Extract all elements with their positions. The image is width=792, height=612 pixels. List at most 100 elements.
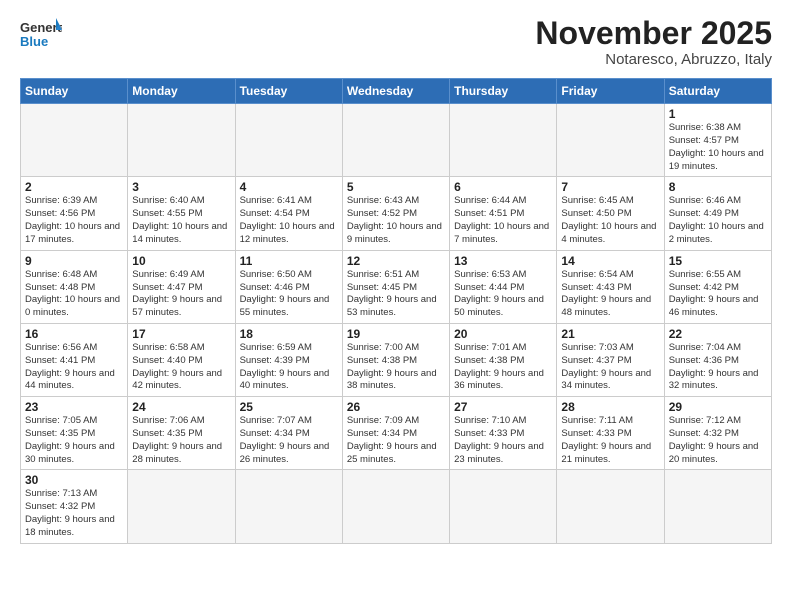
day-info: Sunrise: 7:09 AM Sunset: 4:34 PM Dayligh… [347,415,445,466]
calendar-cell [235,470,342,543]
calendar-cell: 13Sunrise: 6:53 AM Sunset: 4:44 PM Dayli… [450,250,557,323]
week-row-3: 9Sunrise: 6:48 AM Sunset: 4:48 PM Daylig… [21,250,772,323]
header: General Blue November 2025 Notaresco, Ab… [20,16,772,68]
calendar-cell: 28Sunrise: 7:11 AM Sunset: 4:33 PM Dayli… [557,397,664,470]
day-number: 20 [454,327,552,341]
day-number: 8 [669,180,767,194]
calendar-cell: 11Sunrise: 6:50 AM Sunset: 4:46 PM Dayli… [235,250,342,323]
weekday-header-tuesday: Tuesday [235,79,342,104]
day-info: Sunrise: 7:13 AM Sunset: 4:32 PM Dayligh… [25,488,123,539]
calendar-cell: 1Sunrise: 6:38 AM Sunset: 4:57 PM Daylig… [664,104,771,177]
logo-svg: General Blue [20,16,62,58]
day-info: Sunrise: 6:59 AM Sunset: 4:39 PM Dayligh… [240,342,338,393]
calendar-cell [664,470,771,543]
week-row-5: 23Sunrise: 7:05 AM Sunset: 4:35 PM Dayli… [21,397,772,470]
calendar-cell: 20Sunrise: 7:01 AM Sunset: 4:38 PM Dayli… [450,323,557,396]
day-info: Sunrise: 7:07 AM Sunset: 4:34 PM Dayligh… [240,415,338,466]
day-info: Sunrise: 6:54 AM Sunset: 4:43 PM Dayligh… [561,269,659,320]
calendar-cell: 18Sunrise: 6:59 AM Sunset: 4:39 PM Dayli… [235,323,342,396]
day-info: Sunrise: 7:01 AM Sunset: 4:38 PM Dayligh… [454,342,552,393]
day-info: Sunrise: 6:39 AM Sunset: 4:56 PM Dayligh… [25,195,123,246]
day-number: 5 [347,180,445,194]
calendar-cell [557,104,664,177]
day-info: Sunrise: 7:11 AM Sunset: 4:33 PM Dayligh… [561,415,659,466]
day-number: 10 [132,254,230,268]
day-number: 21 [561,327,659,341]
calendar-cell [235,104,342,177]
day-info: Sunrise: 6:55 AM Sunset: 4:42 PM Dayligh… [669,269,767,320]
svg-text:General: General [20,20,62,35]
calendar-cell: 24Sunrise: 7:06 AM Sunset: 4:35 PM Dayli… [128,397,235,470]
calendar-cell: 23Sunrise: 7:05 AM Sunset: 4:35 PM Dayli… [21,397,128,470]
calendar-cell: 19Sunrise: 7:00 AM Sunset: 4:38 PM Dayli… [342,323,449,396]
day-number: 2 [25,180,123,194]
week-row-4: 16Sunrise: 6:56 AM Sunset: 4:41 PM Dayli… [21,323,772,396]
day-info: Sunrise: 7:12 AM Sunset: 4:32 PM Dayligh… [669,415,767,466]
day-info: Sunrise: 6:45 AM Sunset: 4:50 PM Dayligh… [561,195,659,246]
day-number: 17 [132,327,230,341]
day-number: 4 [240,180,338,194]
calendar-cell: 26Sunrise: 7:09 AM Sunset: 4:34 PM Dayli… [342,397,449,470]
weekday-header-row: SundayMondayTuesdayWednesdayThursdayFrid… [21,79,772,104]
calendar-cell: 25Sunrise: 7:07 AM Sunset: 4:34 PM Dayli… [235,397,342,470]
logo: General Blue [20,16,62,58]
calendar-cell: 14Sunrise: 6:54 AM Sunset: 4:43 PM Dayli… [557,250,664,323]
day-number: 11 [240,254,338,268]
day-number: 14 [561,254,659,268]
calendar-cell [128,470,235,543]
weekday-header-thursday: Thursday [450,79,557,104]
month-title: November 2025 [535,16,772,51]
day-info: Sunrise: 7:04 AM Sunset: 4:36 PM Dayligh… [669,342,767,393]
calendar-cell: 7Sunrise: 6:45 AM Sunset: 4:50 PM Daylig… [557,177,664,250]
day-info: Sunrise: 7:03 AM Sunset: 4:37 PM Dayligh… [561,342,659,393]
day-number: 13 [454,254,552,268]
day-info: Sunrise: 6:58 AM Sunset: 4:40 PM Dayligh… [132,342,230,393]
weekday-header-sunday: Sunday [21,79,128,104]
day-info: Sunrise: 6:40 AM Sunset: 4:55 PM Dayligh… [132,195,230,246]
calendar-cell: 5Sunrise: 6:43 AM Sunset: 4:52 PM Daylig… [342,177,449,250]
calendar-cell [342,104,449,177]
calendar-cell: 4Sunrise: 6:41 AM Sunset: 4:54 PM Daylig… [235,177,342,250]
calendar-cell: 8Sunrise: 6:46 AM Sunset: 4:49 PM Daylig… [664,177,771,250]
calendar-cell: 17Sunrise: 6:58 AM Sunset: 4:40 PM Dayli… [128,323,235,396]
calendar-cell [342,470,449,543]
calendar-cell [557,470,664,543]
calendar-cell: 12Sunrise: 6:51 AM Sunset: 4:45 PM Dayli… [342,250,449,323]
day-number: 19 [347,327,445,341]
calendar-cell: 2Sunrise: 6:39 AM Sunset: 4:56 PM Daylig… [21,177,128,250]
svg-text:Blue: Blue [20,34,48,49]
week-row-2: 2Sunrise: 6:39 AM Sunset: 4:56 PM Daylig… [21,177,772,250]
day-number: 1 [669,107,767,121]
day-number: 6 [454,180,552,194]
calendar-cell: 10Sunrise: 6:49 AM Sunset: 4:47 PM Dayli… [128,250,235,323]
weekday-header-friday: Friday [557,79,664,104]
day-info: Sunrise: 6:50 AM Sunset: 4:46 PM Dayligh… [240,269,338,320]
calendar-cell: 16Sunrise: 6:56 AM Sunset: 4:41 PM Dayli… [21,323,128,396]
day-number: 24 [132,400,230,414]
weekday-header-monday: Monday [128,79,235,104]
calendar-cell [450,470,557,543]
day-number: 28 [561,400,659,414]
week-row-1: 1Sunrise: 6:38 AM Sunset: 4:57 PM Daylig… [21,104,772,177]
week-row-6: 30Sunrise: 7:13 AM Sunset: 4:32 PM Dayli… [21,470,772,543]
day-number: 12 [347,254,445,268]
day-info: Sunrise: 6:38 AM Sunset: 4:57 PM Dayligh… [669,122,767,173]
day-number: 9 [25,254,123,268]
calendar-cell: 3Sunrise: 6:40 AM Sunset: 4:55 PM Daylig… [128,177,235,250]
day-info: Sunrise: 6:56 AM Sunset: 4:41 PM Dayligh… [25,342,123,393]
day-info: Sunrise: 6:49 AM Sunset: 4:47 PM Dayligh… [132,269,230,320]
day-number: 26 [347,400,445,414]
calendar-cell: 6Sunrise: 6:44 AM Sunset: 4:51 PM Daylig… [450,177,557,250]
calendar-cell [128,104,235,177]
day-number: 29 [669,400,767,414]
day-info: Sunrise: 6:46 AM Sunset: 4:49 PM Dayligh… [669,195,767,246]
calendar-cell: 22Sunrise: 7:04 AM Sunset: 4:36 PM Dayli… [664,323,771,396]
day-info: Sunrise: 7:05 AM Sunset: 4:35 PM Dayligh… [25,415,123,466]
day-info: Sunrise: 6:53 AM Sunset: 4:44 PM Dayligh… [454,269,552,320]
day-number: 27 [454,400,552,414]
day-number: 22 [669,327,767,341]
day-number: 7 [561,180,659,194]
calendar-cell: 21Sunrise: 7:03 AM Sunset: 4:37 PM Dayli… [557,323,664,396]
calendar-cell [21,104,128,177]
title-block: November 2025 Notaresco, Abruzzo, Italy [535,16,772,68]
